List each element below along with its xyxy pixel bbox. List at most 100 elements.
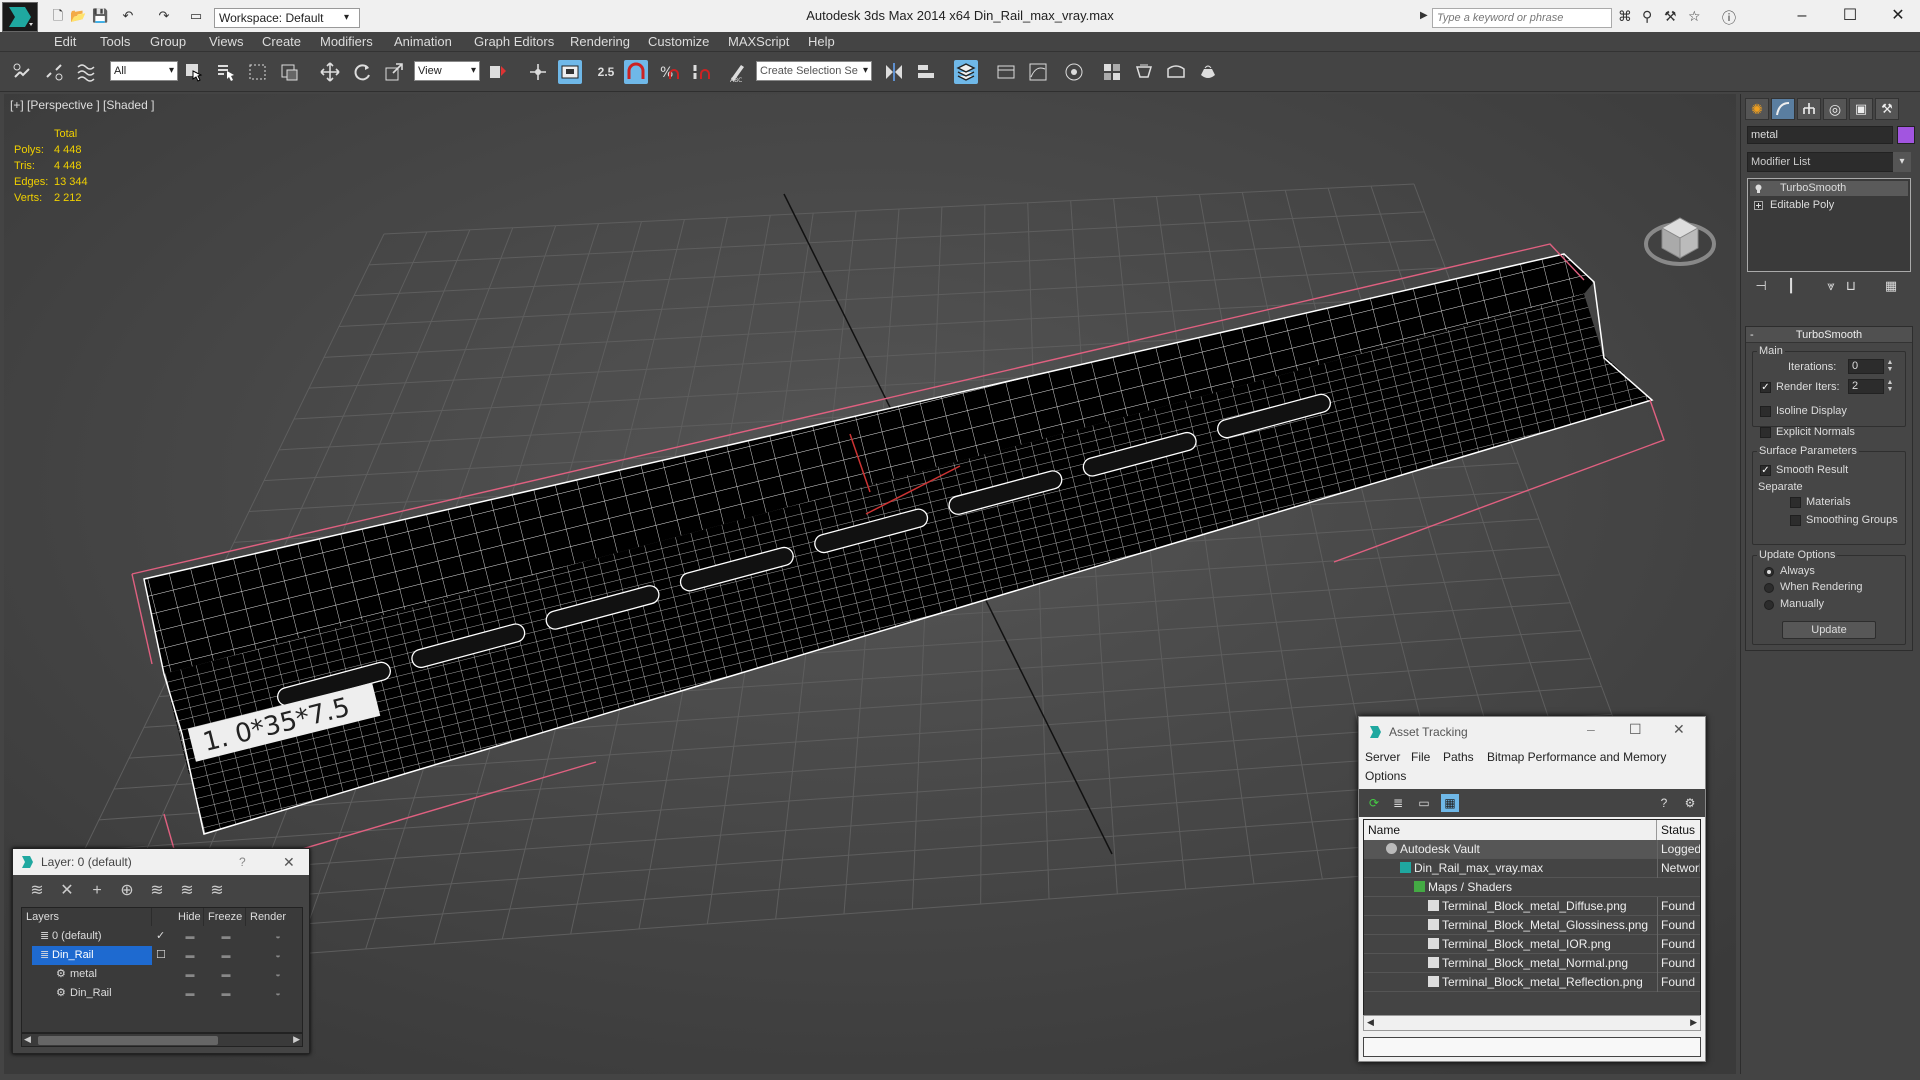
subscription-icon[interactable]: ⚲	[1642, 8, 1652, 25]
new-file-icon[interactable]: 🗋	[50, 8, 66, 24]
hide-toggle[interactable]: ▬	[182, 984, 198, 1003]
render-iters-spinner-arrows[interactable]: ▲ ▼	[1886, 379, 1894, 394]
percent-snap-toggle-icon[interactable]: %	[656, 60, 680, 84]
menu-tools[interactable]: Tools	[100, 34, 130, 49]
menu-views[interactable]: Views	[209, 34, 243, 49]
menu-animation[interactable]: Animation	[394, 34, 452, 49]
remove-modifier-icon[interactable]: ⊔	[1841, 278, 1861, 296]
maximize-icon[interactable]: ☐	[1830, 4, 1870, 28]
select-and-link-icon[interactable]	[10, 60, 34, 84]
menu-maxscript[interactable]: MAXScript	[728, 34, 789, 49]
tab-utilities[interactable]: ⚒	[1875, 98, 1899, 120]
align-icon[interactable]	[914, 60, 938, 84]
tab-create[interactable]: ✺	[1745, 98, 1769, 120]
highlight-layer-icon[interactable]: ≋	[147, 881, 167, 901]
render-production-icon[interactable]	[1196, 60, 1220, 84]
communication-icon[interactable]: ⚒	[1664, 8, 1677, 25]
asset-menu-server[interactable]: Server	[1365, 750, 1400, 764]
workspace-select[interactable]: Workspace: Default	[214, 8, 360, 28]
named-selection-select[interactable]: Create Selection Se	[756, 61, 872, 81]
hide-toggle[interactable]: ▬	[182, 965, 198, 984]
smoothing-groups-checkbox[interactable]	[1790, 515, 1801, 526]
app-logo-button[interactable]	[2, 2, 38, 32]
viewport-label[interactable]: [+] [Perspective ] [Shaded ]	[10, 98, 154, 112]
select-and-manipulate-icon[interactable]	[526, 60, 550, 84]
refresh-icon[interactable]: ⟳	[1365, 794, 1383, 812]
layers-icon[interactable]: ≋	[27, 881, 47, 901]
asset-row-map[interactable]: Terminal_Block_Metal_Glossiness.png Foun…	[1364, 916, 1700, 935]
tab-modify[interactable]	[1771, 98, 1795, 120]
minimize-icon[interactable]: –	[1782, 4, 1822, 28]
menu-help[interactable]: Help	[808, 34, 835, 49]
render-iters-checkbox[interactable]: ✓	[1760, 382, 1771, 393]
help-icon[interactable]: ?	[239, 849, 246, 875]
column-header-render[interactable]: Render	[246, 908, 304, 926]
maximize-icon[interactable]: ☐	[1629, 721, 1642, 738]
asset-row-vault[interactable]: Autodesk Vault Logged	[1364, 840, 1700, 859]
make-unique-icon[interactable]: ⩔	[1821, 278, 1841, 296]
active-layer-check-icon[interactable]: ✓	[156, 927, 165, 946]
smooth-result-checkbox[interactable]: ✓	[1760, 465, 1771, 476]
asset-menu-options[interactable]: Options	[1365, 769, 1406, 783]
close-icon[interactable]: ✕	[1673, 721, 1685, 738]
layer-row-default[interactable]: ≣ 0 (default) ✓ ▬ ▬ ◒	[22, 927, 302, 946]
show-end-result-icon[interactable]: ┃	[1781, 278, 1801, 296]
asset-menu-bitmap-performance[interactable]: Bitmap Performance and Memory	[1487, 750, 1666, 764]
tab-hierarchy[interactable]	[1797, 98, 1821, 120]
unlink-selection-icon[interactable]	[42, 60, 66, 84]
update-manually-radio[interactable]	[1764, 600, 1774, 610]
hide-all-layers-icon[interactable]: ≋	[177, 881, 197, 901]
window-crossing-icon[interactable]	[278, 60, 302, 84]
layer-row-din-rail[interactable]: ≣ Din_Rail ☐ ▬ ▬ ◒	[22, 946, 302, 965]
settings-icon[interactable]: ⚙	[1681, 794, 1699, 812]
select-object-icon[interactable]	[182, 60, 206, 84]
workspace-dropdown-icon[interactable]: ▾	[344, 8, 358, 28]
column-header-name[interactable]: Name	[1364, 820, 1657, 840]
object-color-swatch[interactable]	[1897, 126, 1915, 144]
asset-row-map[interactable]: Terminal_Block_metal_Normal.png Found	[1364, 954, 1700, 973]
menu-group[interactable]: Group	[150, 34, 186, 49]
render-teapot-icon[interactable]: ◒	[270, 984, 286, 1003]
asset-row-map[interactable]: Terminal_Block_metal_Reflection.png Foun…	[1364, 973, 1700, 992]
favorites-star-icon[interactable]: ☆	[1688, 8, 1701, 25]
scroll-left-icon[interactable]: ◀	[1367, 1017, 1374, 1028]
binoculars-icon[interactable]: ⌘	[1618, 8, 1632, 25]
asset-row-map[interactable]: Terminal_Block_metal_Diffuse.png Found	[1364, 897, 1700, 916]
asset-horizontal-scrollbar[interactable]: ◀ ▶	[1363, 1015, 1701, 1031]
render-teapot-icon[interactable]: ◒	[270, 965, 286, 984]
add-layer-icon[interactable]: +	[87, 881, 107, 901]
column-header-hide[interactable]: Hide	[174, 908, 204, 926]
collapse-minus-icon[interactable]: -	[1750, 327, 1754, 343]
save-file-icon[interactable]: 💾	[92, 8, 108, 24]
use-pivot-point-center-icon[interactable]	[486, 60, 510, 84]
delete-layer-icon[interactable]: ✕	[57, 881, 77, 901]
pin-stack-icon[interactable]: ⊣	[1751, 278, 1771, 296]
asset-menu-paths[interactable]: Paths	[1443, 750, 1474, 764]
scroll-left-icon[interactable]: ◀	[24, 1034, 31, 1045]
asset-menu-file[interactable]: File	[1411, 750, 1430, 764]
asset-path-input[interactable]	[1363, 1037, 1701, 1057]
stack-item-turbosmooth[interactable]: TurboSmooth	[1750, 181, 1908, 196]
render-frame-window-icon[interactable]	[1164, 60, 1188, 84]
select-and-scale-icon[interactable]	[382, 60, 406, 84]
modifier-list-select[interactable]: Modifier List	[1747, 152, 1911, 172]
iterations-spinner-input[interactable]: 0	[1848, 359, 1884, 374]
isoline-display-checkbox[interactable]	[1760, 406, 1771, 417]
rectangular-selection-icon[interactable]	[246, 60, 270, 84]
infocenter-search-input[interactable]: Type a keyword or phrase	[1432, 8, 1612, 28]
help-icon[interactable]: ⓘ	[1722, 8, 1736, 28]
layer-manager-icon[interactable]	[954, 60, 978, 84]
active-layer-box-icon[interactable]: ☐	[156, 946, 166, 965]
hide-toggle[interactable]: ▬	[182, 927, 198, 946]
update-button[interactable]: Update	[1782, 621, 1876, 639]
tab-motion[interactable]: ◎	[1823, 98, 1847, 120]
menu-graph-editors[interactable]: Graph Editors	[474, 34, 554, 49]
update-always-radio[interactable]	[1764, 567, 1774, 577]
bind-to-space-warp-icon[interactable]	[74, 60, 98, 84]
layer-dialog-title-bar[interactable]: Layer: 0 (default) ? ✕	[13, 849, 309, 875]
select-by-name-icon[interactable]	[214, 60, 238, 84]
project-folder-icon[interactable]: ▭	[188, 8, 204, 24]
open-file-icon[interactable]: 📂	[70, 8, 86, 24]
tab-display[interactable]: ▣	[1849, 98, 1873, 120]
redo-icon[interactable]: ↷	[156, 8, 172, 24]
